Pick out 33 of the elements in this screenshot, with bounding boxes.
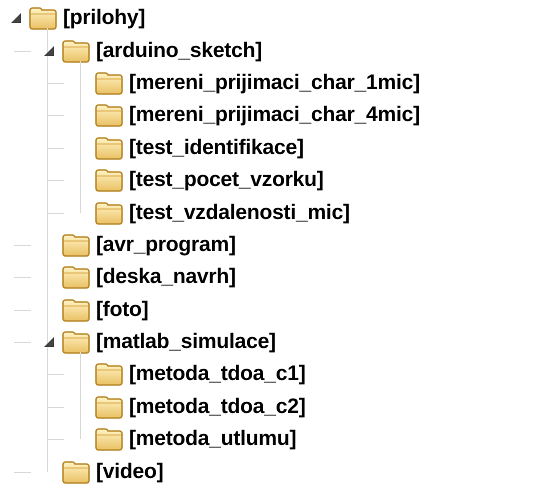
collapse-arrow-icon[interactable] — [10, 12, 22, 24]
folder-label[interactable]: [avr_program] — [96, 232, 236, 257]
folder-label[interactable]: [prilohy] — [63, 6, 146, 30]
folder-icon — [94, 136, 124, 160]
folder-icon — [94, 394, 124, 419]
folder-icon — [61, 330, 91, 354]
folder-label[interactable]: [arduino_sketch] — [96, 38, 262, 63]
folder-icon — [94, 362, 124, 386]
folder-icon — [94, 200, 124, 225]
folder-label[interactable]: [matlab_simulace] — [96, 330, 276, 354]
folder-label[interactable]: [mereni_prijimaci_char_1mic] — [129, 70, 420, 95]
collapse-arrow-icon[interactable] — [43, 44, 55, 57]
folder-label[interactable]: [test_pocet_vzorku] — [129, 168, 324, 192]
folder-icon — [61, 460, 91, 484]
folder-label[interactable]: [metoda_tdoa_c1] — [129, 362, 306, 386]
collapse-arrow-icon[interactable] — [43, 336, 55, 348]
folder-icon — [28, 6, 58, 30]
folder-icon — [94, 70, 124, 95]
folder-label[interactable]: [metoda_tdoa_c2] — [129, 394, 306, 419]
folder-icon — [61, 298, 91, 322]
folder-label[interactable]: [video] — [96, 460, 164, 484]
folder-icon — [61, 38, 91, 63]
folder-label[interactable]: [test_identifikace] — [129, 136, 304, 160]
folder-label[interactable]: [foto] — [96, 298, 148, 322]
folder-icon — [61, 265, 91, 290]
folder-label[interactable]: [metoda_utlumu] — [129, 427, 296, 452]
folder-icon — [61, 232, 91, 257]
folder-icon — [94, 103, 124, 128]
folder-icon — [94, 427, 124, 452]
folder-label[interactable]: [mereni_prijimaci_char_4mic] — [129, 103, 420, 128]
folder-label[interactable]: [deska_navrh] — [96, 265, 236, 290]
folder-icon — [94, 168, 124, 192]
folder-label[interactable]: [test_vzdalenosti_mic] — [129, 200, 350, 225]
